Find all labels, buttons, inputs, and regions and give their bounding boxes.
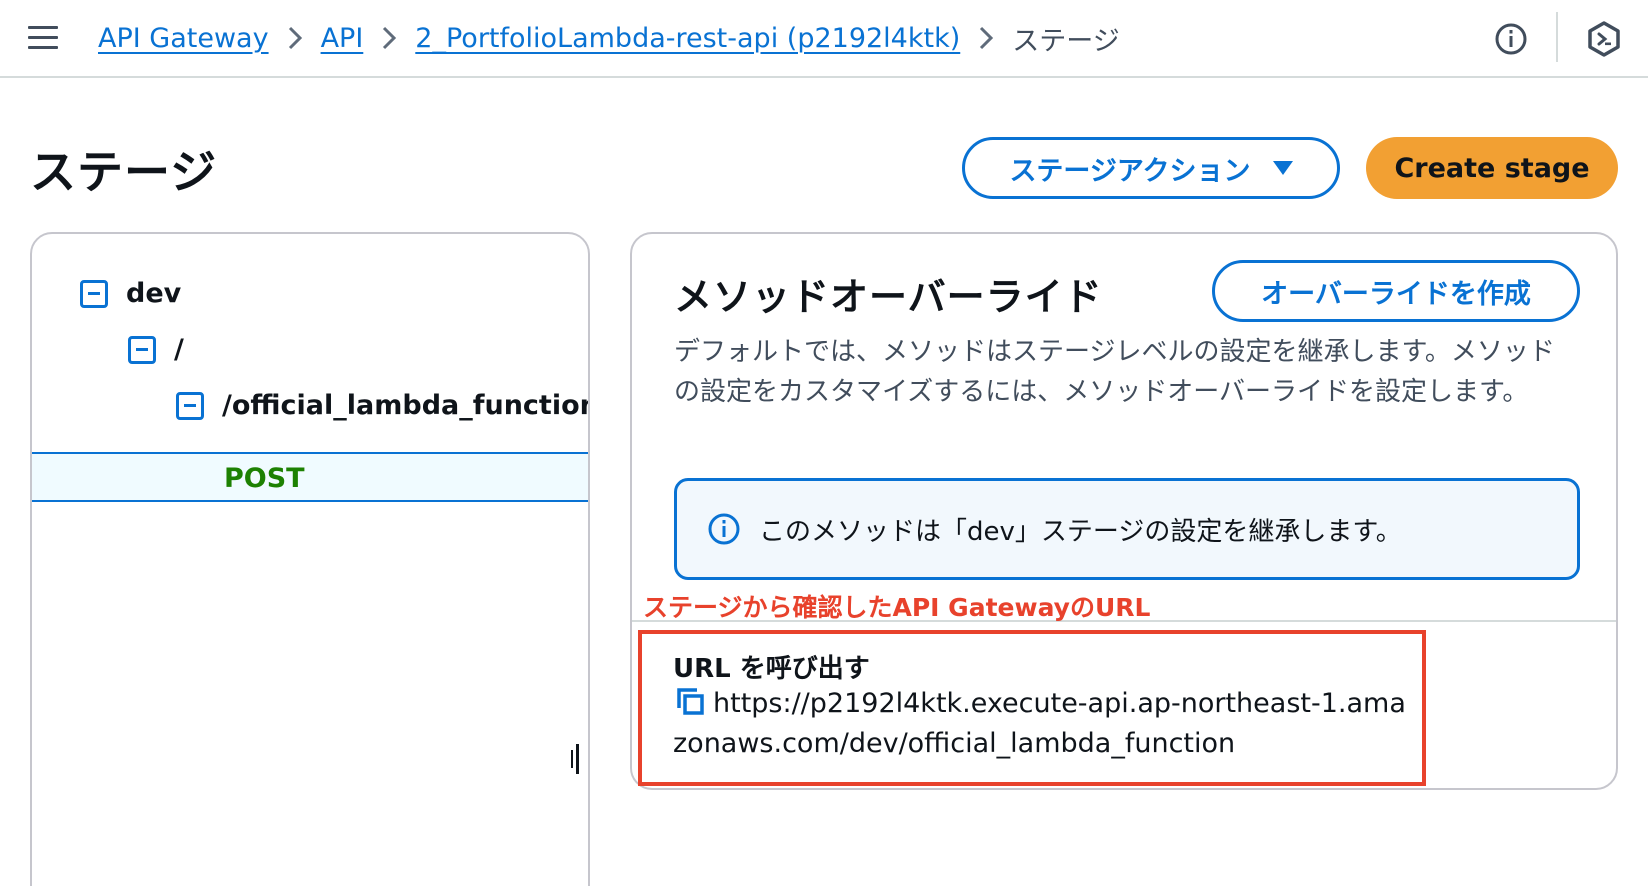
top-navigation-bar: API Gateway API 2_PortfolioLambda-rest-a… [0,0,1648,78]
info-alert: このメソッドは「dev」ステージの設定を継承します。 [674,478,1580,580]
info-icon[interactable] [1494,22,1528,56]
create-stage-button[interactable]: Create stage [1366,137,1618,199]
breadcrumb: API Gateway API 2_PortfolioLambda-rest-a… [98,18,1120,58]
chevron-right-icon [978,25,994,51]
page-title: ステージ [30,145,218,199]
tree-item-label: dev [126,278,182,309]
annotation-label: ステージから確認したAPI GatewayのURL [643,593,1151,622]
tree-item-method-post[interactable]: POST [32,452,588,502]
invoke-url-label: URL を呼び出す [673,654,870,684]
tree-item-resource[interactable]: /official_lambda_function [176,390,590,421]
cloudshell-hex-icon[interactable] [1586,20,1622,58]
tree-item-root-resource[interactable]: / [128,334,184,365]
hamburger-menu-icon[interactable] [28,26,58,50]
method-override-description: デフォルトでは、メソッドはステージレベルの設定を継承します。メソッドの設定をカス… [674,337,1555,407]
invoke-url: https://p2192l4ktk.execute-api.ap-northe… [673,684,1413,764]
breadcrumb-rest-api[interactable]: 2_PortfolioLambda-rest-api (p2192l4ktk) [415,23,960,54]
stage-actions-dropdown[interactable]: ステージアクション [962,137,1340,199]
chevron-right-icon [381,25,397,51]
caret-down-icon [1272,161,1293,175]
collapse-icon[interactable] [128,335,156,364]
breadcrumb-current: ステージ [1012,25,1120,57]
tree-item-stage[interactable]: dev [80,278,181,309]
collapse-icon[interactable] [176,391,204,420]
breadcrumb-api-gateway[interactable]: API Gateway [98,23,269,54]
stage-tree-panel: dev / /official_lambda_function POST [30,232,590,886]
tree-item-label: /official_lambda_function [222,390,590,421]
panel-resize-handle[interactable] [571,744,581,774]
collapse-icon[interactable] [80,279,108,308]
info-alert-text: このメソッドは「dev」ステージの設定を継承します。 [759,516,1402,547]
topbar-divider [1556,12,1558,62]
info-icon [707,512,741,546]
create-override-button[interactable]: オーバーライドを作成 [1212,260,1580,322]
tree-item-label: / [174,334,184,365]
stage-actions-label: ステージアクション [1009,155,1251,187]
copy-icon[interactable] [673,684,707,718]
invoke-url-text[interactable]: https://p2192l4ktk.execute-api.ap-northe… [673,688,1406,759]
breadcrumb-api[interactable]: API [321,23,364,54]
chevron-right-icon [287,25,303,51]
method-override-title: メソッドオーバーライド [674,275,1103,319]
method-label: POST [224,463,305,494]
